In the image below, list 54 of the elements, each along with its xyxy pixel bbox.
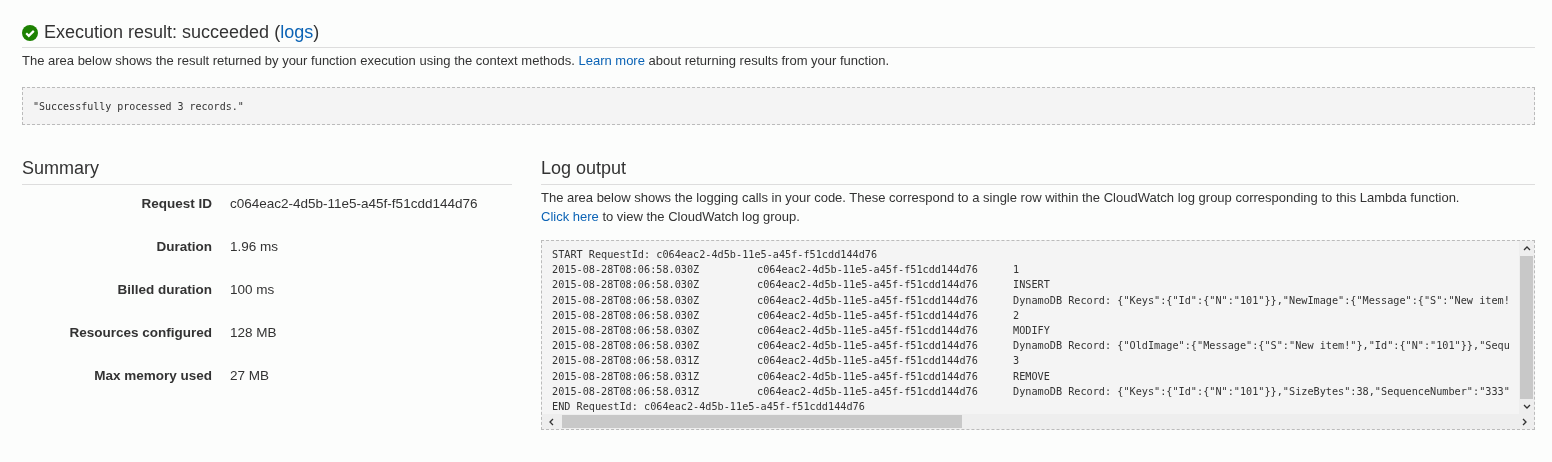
log-request-id: c064eac2-4d5b-11e5-a45f-f51cdd144d76 (757, 369, 979, 384)
scroll-down-icon (1522, 403, 1531, 411)
log-message: DynamoDB Record: {"Keys":{"Id":{"N":"101"}},"NewImage":{"Message":{"S":"New item! (1013, 293, 1510, 308)
log-request-id: c064eac2-4d5b-11e5-a45f-f51cdd144d76 (757, 354, 979, 369)
result-output-text: "Successfully processed 3 records." (33, 100, 244, 112)
log-message: 1 (1013, 263, 1020, 278)
summary-label: Request ID (140, 195, 212, 212)
log-message: DynamoDB Record: {"Keys":{"Id":{"N":"101"}},"SizeBytes":38,"SequenceNumber":"333" (1013, 384, 1510, 399)
log-timestamp: 2015-08-28T08:06:58.030Z (552, 308, 701, 323)
log-request-id: c064eac2-4d5b-11e5-a45f-f51cdd144d76 (757, 324, 979, 338)
summary-value: 128 MB (230, 324, 278, 341)
log-timestamp: 2015-08-28T08:06:58.030Z (552, 293, 701, 308)
log-timestamp: 2015-08-28T08:06:58.030Z (552, 324, 701, 338)
summary-label: Duration (155, 238, 212, 255)
log-request-id: c064eac2-4d5b-11e5-a45f-f51cdd144d76 (757, 384, 979, 399)
log-description-text: The area below shows the logging calls in your code. These correspond to a single row within the CloudWatch log group corresponding to this Lambda function. Click here to view the CloudWatch log group. (541, 189, 1461, 226)
learn-more-link[interactable]: Learn more (578, 53, 645, 68)
log-timestamp: 2015-08-28T08:06:58.031Z (552, 354, 701, 369)
log-timestamp: 2015-08-28T08:06:58.030Z (552, 339, 701, 354)
log-request-id: c064eac2-4d5b-11e5-a45f-f51cdd144d76 (757, 293, 979, 308)
summary-heading: Summary (22, 158, 512, 185)
log-request-id: c064eac2-4d5b-11e5-a45f-f51cdd144d76 (757, 339, 979, 354)
log-line: START RequestId: c064eac2-4d5b-11e5-a45f-f51cdd144d76 (552, 248, 879, 262)
result-heading: Execution result: succeeded (logs) (44, 22, 320, 43)
log-message: REMOVE (1013, 369, 1050, 384)
log-timestamp: 2015-08-28T08:06:58.030Z (552, 278, 701, 293)
log-output-heading: Log output (541, 158, 1535, 185)
log-request-id: c064eac2-4d5b-11e5-a45f-f51cdd144d76 (757, 263, 979, 278)
log-message: INSERT (1013, 278, 1050, 293)
summary-value: 100 ms (230, 281, 276, 298)
summary-value: 1.96 ms (230, 238, 280, 255)
log-message: 2 (1013, 308, 1020, 323)
log-message: DynamoDB Record: {"OldImage":{"Message":{"S":"New item!"},"Id":{"N":"101"}},"Sequ (1013, 339, 1510, 354)
summary-label: Max memory used (93, 367, 212, 384)
click-here-link[interactable]: Click here (541, 209, 599, 224)
scroll-up-icon (1522, 245, 1531, 252)
summary-value: c064eac2-4d5b-11e5-a45f-f51cdd144d76 (230, 195, 479, 212)
log-request-id: c064eac2-4d5b-11e5-a45f-f51cdd144d76 (757, 308, 979, 323)
horizontal-scrollbar[interactable] (542, 414, 1534, 430)
summary-label: Resources configured (68, 324, 212, 341)
summary-value: 27 MB (230, 367, 271, 384)
logs-link[interactable]: logs (280, 22, 314, 42)
log-timestamp: 2015-08-28T08:06:58.031Z (552, 369, 701, 384)
scroll-left-icon (548, 417, 556, 426)
scroll-right-icon (1520, 417, 1528, 426)
log-message: 3 (1013, 354, 1020, 369)
summary-label: Billed duration (116, 281, 212, 298)
log-message: MODIFY (1013, 324, 1050, 338)
log-timestamp: 2015-08-28T08:06:58.030Z (552, 263, 701, 278)
description-text: The area below shows the result returned by your function execution using the context methods. Learn more about returning results from your function. (22, 52, 891, 70)
vertical-scrollbar[interactable] (1519, 241, 1534, 415)
log-timestamp: 2015-08-28T08:06:58.031Z (552, 384, 701, 399)
log-line: END RequestId: c064eac2-4d5b-11e5-a45f-f51cdd144d76 (552, 400, 866, 415)
log-request-id: c064eac2-4d5b-11e5-a45f-f51cdd144d76 (757, 278, 979, 293)
